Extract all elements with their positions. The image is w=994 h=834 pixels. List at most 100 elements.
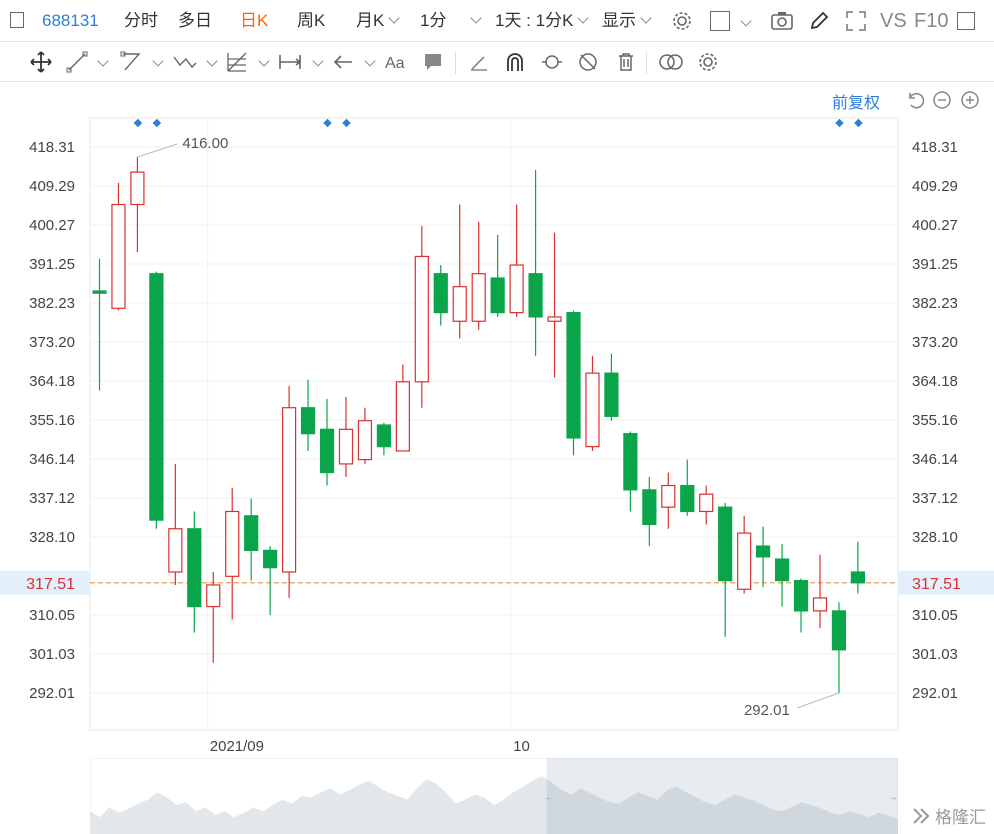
y-tick-label-left: 391.25 <box>29 256 75 273</box>
candle-body <box>92 290 107 294</box>
candle-body <box>680 484 695 513</box>
f10-button[interactable]: F10 <box>914 0 948 42</box>
candle-body <box>490 277 505 314</box>
candle-body <box>452 286 467 322</box>
zoom-in-icon[interactable] <box>960 90 980 110</box>
display-select[interactable]: 显示 <box>602 0 652 42</box>
candle-body <box>547 316 562 322</box>
trash-icon[interactable] <box>615 51 637 73</box>
y-tick-label-left: 373.20 <box>29 334 75 351</box>
candle-body <box>130 171 145 206</box>
move-icon[interactable] <box>30 51 52 73</box>
svg-text:Aa: Aa <box>385 55 405 72</box>
candle-body <box>206 584 221 608</box>
event-marker <box>342 118 351 128</box>
hide-drawing-icon[interactable] <box>577 51 599 73</box>
drawing-settings-icon[interactable] <box>697 51 719 73</box>
chevron-down-icon[interactable] <box>364 55 376 67</box>
candlestick-chart[interactable]: 418.31 418.31 409.29 409.29 400.27 400.27 391.… <box>0 110 994 760</box>
candle-body <box>357 420 373 461</box>
eraser-line-icon[interactable] <box>468 51 490 73</box>
tab-1min[interactable]: 1分 <box>420 0 483 42</box>
range-select[interactable]: 1天 : 1分K <box>495 0 590 42</box>
channel-tool-icon[interactable] <box>120 51 142 73</box>
range-navigator[interactable]: ← → <box>90 758 898 834</box>
y-tick-label-left: 400.27 <box>29 217 75 234</box>
navigator-right-handle: → <box>888 792 898 803</box>
tab-monthly-k[interactable]: 月K <box>356 0 401 42</box>
wave-tool-icon[interactable] <box>172 51 198 73</box>
comment-tool-icon[interactable] <box>422 51 444 73</box>
x-tick-label: 10 <box>513 738 530 755</box>
candle-body <box>225 510 240 577</box>
low-annotation-line <box>796 692 840 709</box>
y-tick-label-right: 301.03 <box>912 646 958 663</box>
candle-body <box>566 312 581 439</box>
candle-body <box>168 528 183 573</box>
candle-body <box>699 493 714 513</box>
y-tick-label-right: 337.12 <box>912 490 958 507</box>
y-tick-label-right: 418.31 <box>912 139 958 156</box>
fullscreen-icon[interactable] <box>845 10 867 32</box>
chevron-down-icon[interactable] <box>152 55 164 67</box>
chevron-down-icon[interactable] <box>312 55 324 67</box>
low-annotation-label: 292.01 <box>744 702 790 719</box>
candle-body <box>585 372 600 448</box>
current-price-label-right: 317.51 <box>912 576 961 593</box>
candle-body <box>793 580 809 612</box>
chevron-down-icon[interactable] <box>740 15 752 27</box>
settings-gear-icon[interactable] <box>671 10 693 32</box>
undo-icon[interactable] <box>905 90 925 110</box>
tab-daily-k[interactable]: 日K <box>240 0 268 42</box>
lock-drawing-icon[interactable] <box>540 51 564 73</box>
event-marker <box>152 118 162 128</box>
line-tool-icon[interactable] <box>66 51 88 73</box>
tab-intraday[interactable]: 分时 <box>124 0 158 42</box>
y-tick-label-left: 364.18 <box>29 373 75 390</box>
y-tick-label-right: 328.10 <box>912 529 958 546</box>
magnet-icon[interactable] <box>504 51 526 73</box>
candle-body <box>376 424 391 448</box>
current-price-label-left: 317.51 <box>26 576 75 593</box>
event-marker <box>323 118 332 128</box>
watermark: 格隆汇 <box>911 803 986 828</box>
y-tick-label-left: 310.05 <box>29 607 75 624</box>
candle-body <box>244 515 259 551</box>
tab-weekly-k[interactable]: 周K <box>297 0 325 42</box>
candle-body <box>528 273 543 318</box>
watermark-text: 格隆汇 <box>935 808 986 827</box>
y-tick-label-left: 418.31 <box>29 139 75 156</box>
chevron-down-icon[interactable] <box>206 55 218 67</box>
compare-icon[interactable] <box>658 51 684 73</box>
pencil-icon[interactable] <box>808 10 830 32</box>
chevron-down-icon <box>470 12 483 24</box>
chevron-down-icon[interactable] <box>97 55 109 67</box>
camera-icon[interactable] <box>770 11 794 31</box>
text-tool-icon[interactable]: Aa <box>384 51 408 73</box>
divider <box>455 52 456 74</box>
brand-logo-icon <box>913 807 930 824</box>
candle-body <box>661 484 676 508</box>
y-tick-label-right: 391.25 <box>912 256 958 273</box>
y-tick-label-right: 292.01 <box>912 685 958 702</box>
candle-body <box>642 489 657 526</box>
zoom-out-icon[interactable] <box>932 90 952 110</box>
candle-body <box>812 597 828 612</box>
y-tick-label-left: 301.03 <box>29 646 75 663</box>
candle-body <box>509 264 524 314</box>
navigator-left-handle: ← <box>545 792 555 803</box>
tab-multi-day[interactable]: 多日 <box>178 0 212 42</box>
range-tool-icon[interactable] <box>278 51 302 73</box>
fib-tool-icon[interactable] <box>226 51 248 73</box>
square-toggle-icon[interactable] <box>710 11 730 31</box>
panel-toggle-icon[interactable] <box>957 12 975 30</box>
vs-button[interactable]: VS <box>880 0 907 42</box>
sidebar-toggle-icon[interactable] <box>10 12 24 28</box>
chevron-down-icon[interactable] <box>258 55 270 67</box>
y-tick-label-left: 328.10 <box>29 529 75 546</box>
event-marker <box>835 118 844 128</box>
drawing-toolbar: Aa <box>0 42 994 82</box>
y-tick-label-right: 382.23 <box>912 295 958 312</box>
chevron-down-icon <box>388 12 401 24</box>
arrow-tool-icon[interactable] <box>332 51 354 73</box>
